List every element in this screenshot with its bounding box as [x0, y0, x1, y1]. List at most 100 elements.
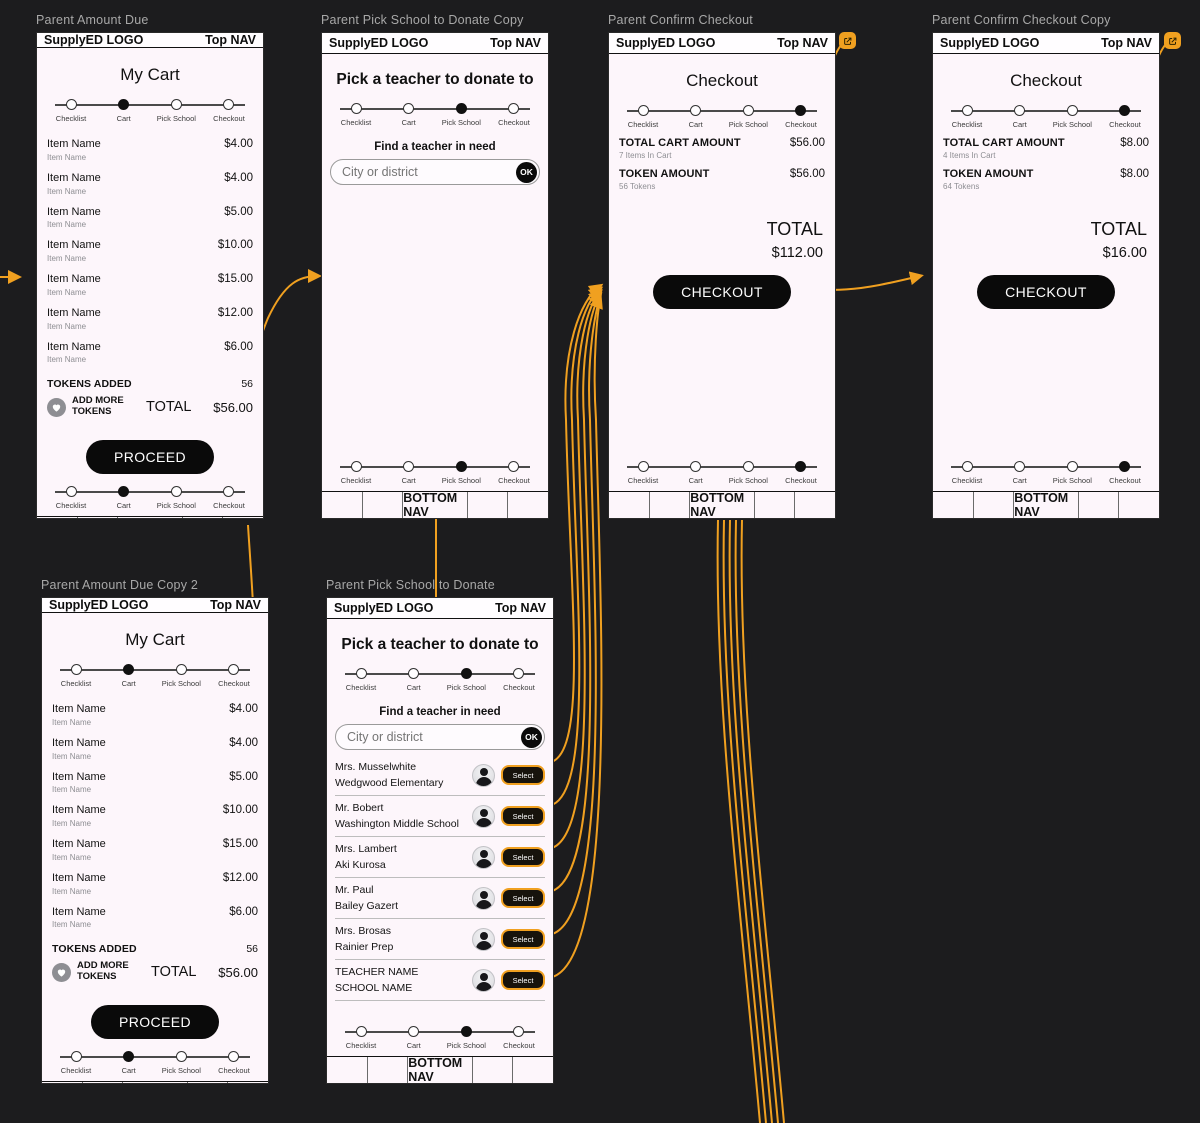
top-nav-label[interactable]: Top NAV [1101, 36, 1152, 50]
stepper-step-checklist[interactable]: Checklist [337, 1026, 385, 1050]
stepper-step-cart[interactable]: Cart [996, 105, 1044, 129]
stepper-step-cart[interactable]: Cart [672, 461, 720, 485]
bottom-nav-cell[interactable] [83, 1082, 124, 1083]
top-nav-label[interactable]: Top NAV [205, 33, 256, 47]
stepper-step-checklist[interactable]: Checklist [337, 668, 385, 692]
cart-item-row[interactable]: Item Name Item Name $6.00 [45, 336, 255, 370]
stepper-step-checkout[interactable]: Checkout [1101, 105, 1149, 129]
stepper-step-checkout[interactable]: Checkout [777, 461, 825, 485]
bottom-nav-label[interactable]: BOTTOM NAV [123, 1081, 188, 1083]
bottom-nav-label[interactable]: BOTTOM NAV [403, 491, 468, 518]
stepper-step-pick-school[interactable]: Pick School [442, 668, 490, 692]
stepper-step-checkout[interactable]: Checkout [490, 103, 538, 127]
stepper-step-pick-school[interactable]: Pick School [152, 486, 200, 510]
bottom-nav-cell[interactable] [1119, 492, 1159, 518]
bottom-nav-cell[interactable] [327, 1057, 368, 1083]
teacher-row[interactable]: Mr. Bobert Washington Middle School Selec… [335, 796, 545, 837]
search-bar[interactable]: OK [330, 159, 540, 185]
top-nav-label[interactable]: Top NAV [495, 601, 546, 615]
stepper-step-checkout[interactable]: Checkout [205, 99, 253, 123]
cart-item-row[interactable]: Item Name Item Name $12.00 [50, 867, 260, 901]
stepper-step-checklist[interactable]: Checklist [52, 664, 100, 688]
stepper-step-checklist[interactable]: Checklist [47, 486, 95, 510]
stepper-step-cart[interactable]: Cart [672, 105, 720, 129]
bottom-nav-cell[interactable] [1079, 492, 1120, 518]
search-bar[interactable]: OK [335, 724, 545, 750]
bottom-nav-cell[interactable] [508, 492, 548, 518]
bottom-nav-cell[interactable] [183, 517, 224, 518]
bottom-nav-cell[interactable] [473, 1057, 514, 1083]
stepper-step-pick-school[interactable]: Pick School [442, 1026, 490, 1050]
bottom-nav-cell[interactable] [42, 1082, 83, 1083]
bottom-nav-label[interactable]: BOTTOM NAV [1014, 491, 1079, 518]
bottom-nav-cell[interactable] [933, 492, 974, 518]
teacher-row[interactable]: Mrs. Brosas Rainier Prep Select [335, 919, 545, 960]
bottom-nav-cell[interactable] [37, 517, 78, 518]
stepper-step-cart[interactable]: Cart [105, 1051, 153, 1075]
external-link-icon[interactable] [1164, 32, 1181, 49]
stepper-step-checklist[interactable]: Checklist [332, 461, 380, 485]
top-nav-label[interactable]: Top NAV [777, 36, 828, 50]
checkout-button[interactable]: CHECKOUT [977, 275, 1115, 309]
stepper-step-checklist[interactable]: Checklist [943, 105, 991, 129]
stepper-step-pick-school[interactable]: Pick School [152, 99, 200, 123]
cart-item-row[interactable]: Item Name Item Name $5.00 [50, 766, 260, 800]
bottom-nav-label[interactable]: BOTTOM NAV [408, 1056, 473, 1083]
bottom-nav-cell[interactable] [322, 492, 363, 518]
cart-item-row[interactable]: Item Name Item Name $4.00 [50, 732, 260, 766]
teacher-row[interactable]: Mrs. Musselwhite Wedgwood Elementary Sele… [335, 755, 545, 796]
stepper-step-cart[interactable]: Cart [390, 1026, 438, 1050]
select-teacher-button[interactable]: Select [501, 888, 545, 908]
bottom-nav-cell[interactable] [363, 492, 404, 518]
ok-button[interactable]: OK [521, 726, 542, 748]
stepper-step-checklist[interactable]: Checklist [943, 461, 991, 485]
stepper-step-cart[interactable]: Cart [385, 103, 433, 127]
bottom-nav-cell[interactable] [974, 492, 1015, 518]
search-input[interactable] [342, 165, 516, 179]
stepper-step-pick-school[interactable]: Pick School [724, 105, 772, 129]
cart-item-row[interactable]: Item Name Item Name $15.00 [45, 268, 255, 302]
add-more-tokens-button[interactable]: ADD MORE TOKENS [72, 395, 130, 418]
stepper-step-pick-school[interactable]: Pick School [1048, 105, 1096, 129]
cart-item-row[interactable]: Item Name Item Name $10.00 [45, 234, 255, 268]
bottom-nav-cell[interactable] [609, 492, 650, 518]
stepper-step-cart[interactable]: Cart [385, 461, 433, 485]
bottom-nav-label[interactable]: BOTTOM NAV [690, 491, 755, 518]
external-link-icon[interactable] [839, 32, 856, 49]
stepper-step-checklist[interactable]: Checklist [52, 1051, 100, 1075]
bottom-nav-label[interactable]: BOTTOM NAV [118, 516, 183, 518]
stepper-step-cart[interactable]: Cart [100, 99, 148, 123]
cart-item-row[interactable]: Item Name Item Name $4.00 [45, 133, 255, 167]
stepper-step-checkout[interactable]: Checkout [210, 664, 258, 688]
stepper-step-cart[interactable]: Cart [390, 668, 438, 692]
stepper-step-pick-school[interactable]: Pick School [437, 461, 485, 485]
bottom-nav-cell[interactable] [468, 492, 509, 518]
search-input[interactable] [347, 730, 521, 744]
stepper-step-pick-school[interactable]: Pick School [724, 461, 772, 485]
stepper-step-checkout[interactable]: Checkout [210, 1051, 258, 1075]
select-teacher-button[interactable]: Select [501, 970, 545, 990]
cart-item-row[interactable]: Item Name Item Name $10.00 [50, 799, 260, 833]
bottom-nav-cell[interactable] [368, 1057, 409, 1083]
cart-item-row[interactable]: Item Name Item Name $4.00 [45, 167, 255, 201]
bottom-nav-cell[interactable] [513, 1057, 553, 1083]
stepper-step-cart[interactable]: Cart [105, 664, 153, 688]
teacher-row[interactable]: Mrs. Lambert Aki Kurosa Select [335, 837, 545, 878]
cart-item-row[interactable]: Item Name Item Name $4.00 [50, 698, 260, 732]
select-teacher-button[interactable]: Select [501, 806, 545, 826]
bottom-nav-cell[interactable] [795, 492, 835, 518]
stepper-step-cart[interactable]: Cart [100, 486, 148, 510]
stepper-step-checkout[interactable]: Checkout [1101, 461, 1149, 485]
stepper-step-checklist[interactable]: Checklist [47, 99, 95, 123]
cart-item-row[interactable]: Item Name Item Name $15.00 [50, 833, 260, 867]
cart-item-row[interactable]: Item Name Item Name $12.00 [45, 302, 255, 336]
stepper-step-pick-school[interactable]: Pick School [157, 664, 205, 688]
cart-item-row[interactable]: Item Name Item Name $6.00 [50, 901, 260, 935]
stepper-step-pick-school[interactable]: Pick School [157, 1051, 205, 1075]
cart-item-row[interactable]: Item Name Item Name $5.00 [45, 201, 255, 235]
stepper-step-cart[interactable]: Cart [996, 461, 1044, 485]
stepper-step-checkout[interactable]: Checkout [205, 486, 253, 510]
select-teacher-button[interactable]: Select [501, 929, 545, 949]
select-teacher-button[interactable]: Select [501, 847, 545, 867]
heart-icon[interactable] [47, 397, 66, 417]
